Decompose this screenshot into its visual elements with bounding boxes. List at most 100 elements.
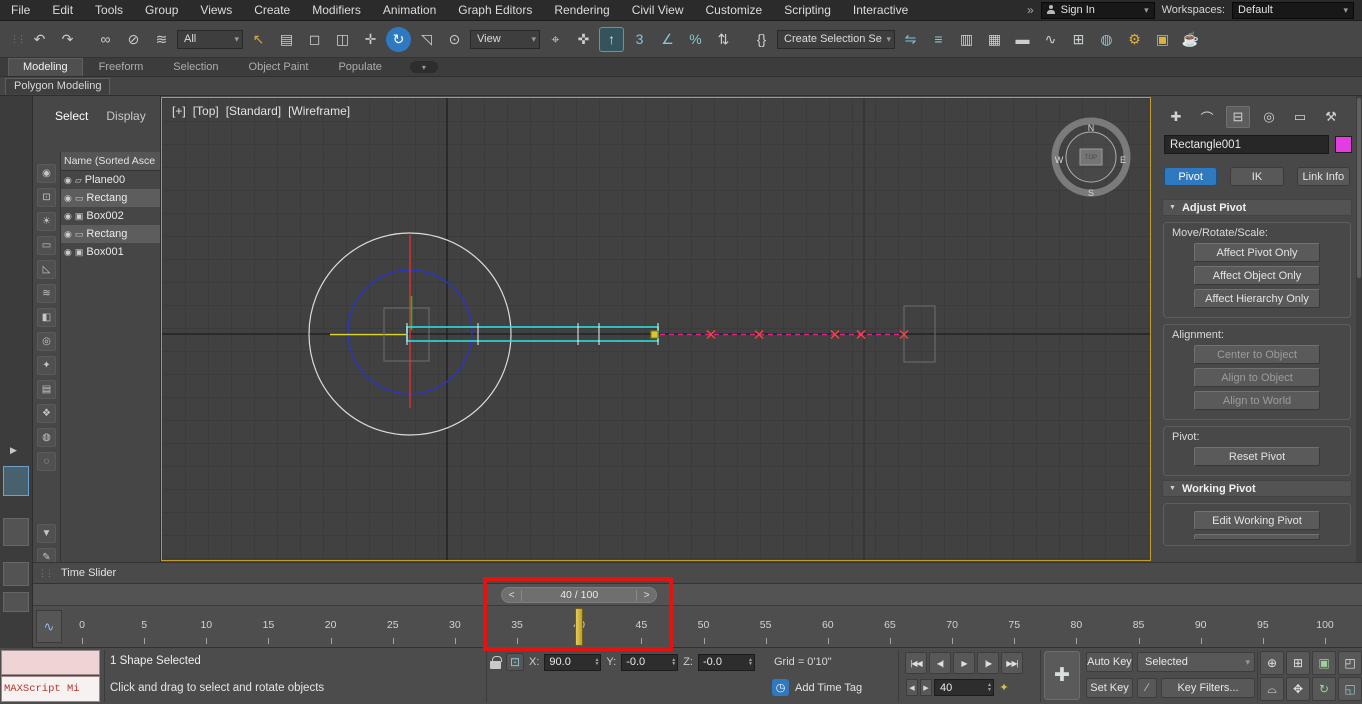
menu-item-scripting[interactable]: Scripting — [773, 0, 842, 20]
percent-snap-icon[interactable]: % — [683, 27, 708, 52]
working-pivot-rollout-header[interactable]: ▼ Working Pivot — [1162, 480, 1352, 497]
toolbar-grip[interactable]: ⋮⋮ — [10, 34, 24, 45]
scene-object-row-box002[interactable]: ◉▣Box002 — [61, 207, 160, 225]
next-key-button[interactable]: ▶ — [920, 679, 932, 696]
select-and-scale-icon[interactable]: ◹ — [414, 27, 439, 52]
polygon-modeling-panel[interactable]: Polygon Modeling — [5, 78, 110, 95]
align-icon[interactable]: ≡ — [926, 27, 951, 52]
set-keys-button[interactable]: ✚ — [1044, 651, 1080, 700]
window-crossing-icon[interactable]: ◫ — [330, 27, 355, 52]
zoom-region-icon[interactable]: ◰ — [1338, 651, 1362, 675]
collapsed-panel-tab[interactable] — [3, 562, 29, 586]
scene-object-row-rectang[interactable]: ◉▭Rectang — [61, 225, 160, 243]
expand-panel-arrow-icon[interactable]: ▶ — [10, 445, 17, 456]
list-view-icon[interactable]: ▤ — [37, 380, 56, 399]
scrollbar-thumb[interactable] — [1357, 98, 1361, 278]
sort-column-header[interactable]: Name (Sorted Asce — [61, 152, 160, 171]
menu-item-modifiers[interactable]: Modifiers — [301, 0, 372, 20]
rendered-frame-icon[interactable]: ▣ — [1150, 27, 1175, 52]
spinner-icon[interactable]: ▲▼ — [594, 658, 599, 667]
visibility-eye-icon[interactable]: ◉ — [64, 175, 72, 186]
absolute-mode-icon[interactable]: ⊡ — [506, 653, 524, 671]
named-selection-set-dropdown[interactable]: Create Selection Se▾ — [777, 30, 895, 49]
helper-icon[interactable]: ◎ — [37, 332, 56, 351]
visibility-eye-icon[interactable]: ◉ — [64, 229, 72, 240]
hierarchy-view-icon[interactable]: ⊡ — [37, 188, 56, 207]
button-align-to-world[interactable]: Align to World — [1194, 391, 1320, 410]
snaps-toggle-icon[interactable]: 3 — [627, 27, 652, 52]
viewport-menu-shading[interactable]: [Wireframe] — [288, 104, 350, 118]
visibility-eye-icon[interactable]: ◉ — [64, 211, 72, 222]
zoom-all-icon[interactable]: ⊞ — [1286, 651, 1310, 675]
select-and-rotate-icon[interactable]: ↻ — [386, 27, 411, 52]
toolbar-overflow-chevron[interactable]: » — [1027, 3, 1034, 17]
key-mode-icon[interactable]: ✦ — [996, 679, 1012, 696]
motion-tab-icon[interactable]: ◎ — [1257, 106, 1281, 128]
viewport-menu-standard[interactable]: [Standard] — [226, 104, 281, 118]
ribbon-tab-freeform[interactable]: Freeform — [85, 59, 158, 76]
maximize-viewport-icon[interactable]: ◱ — [1338, 677, 1362, 701]
key-filters-button[interactable]: Key Filters... — [1161, 678, 1255, 698]
tab-display[interactable]: Display — [106, 109, 145, 123]
visibility-eye-icon[interactable]: ◉ — [64, 193, 72, 204]
viewport-menu-view[interactable]: [Top] — [193, 104, 219, 118]
display-icon[interactable]: ▭ — [37, 236, 56, 255]
orbit-icon[interactable]: ↻ — [1312, 677, 1336, 701]
scene-object-row-box001[interactable]: ◉▣Box001 — [61, 243, 160, 261]
play-button[interactable]: ▶ — [953, 652, 975, 674]
scene-object-row-rectang[interactable]: ◉▭Rectang — [61, 189, 160, 207]
pick-icon[interactable]: ◉ — [37, 164, 56, 183]
viewport-top[interactable]: [+][Top][Standard][Wireframe] — [161, 97, 1151, 561]
selection-lock-icon[interactable] — [490, 661, 501, 669]
material-editor-icon[interactable]: ◍ — [1094, 27, 1119, 52]
menu-item-customize[interactable]: Customize — [695, 0, 774, 20]
object-name-field[interactable]: Rectangle001 — [1164, 135, 1329, 154]
ghost-icon[interactable]: ◌ — [37, 452, 56, 471]
pan-icon[interactable]: ✥ — [1286, 677, 1310, 701]
subtab-ik[interactable]: IK — [1230, 167, 1283, 186]
button-affect-pivot-only[interactable]: Affect Pivot Only — [1194, 243, 1320, 262]
curve-editor-icon[interactable]: ∿ — [1038, 27, 1063, 52]
hierarchy-tab-icon[interactable]: ⊟ — [1226, 106, 1250, 128]
menu-item-rendering[interactable]: Rendering — [543, 0, 620, 20]
button-reset-pivot[interactable]: Reset Pivot — [1194, 447, 1320, 466]
angle-snap-icon[interactable]: ∠ — [655, 27, 680, 52]
menu-item-civil-view[interactable]: Civil View — [621, 0, 695, 20]
zoom-icon[interactable]: ⊕ — [1260, 651, 1284, 675]
default-tangent-icon[interactable]: ∕ — [1137, 678, 1157, 698]
utilities-tab-icon[interactable]: ⚒ — [1319, 106, 1343, 128]
selection-filter-dropdown[interactable]: All▾ — [177, 30, 243, 49]
select-and-link-icon[interactable]: ∞ — [93, 27, 118, 52]
spinner-icon[interactable]: ▲▼ — [987, 683, 992, 692]
go-to-start-button[interactable]: |◀◀ — [905, 652, 927, 674]
macro-recorder-field[interactable] — [1, 650, 100, 675]
button-affect-object-only[interactable]: Affect Object Only — [1194, 266, 1320, 285]
viewport-layout-tab-active[interactable] — [3, 466, 29, 496]
selection-region-icon[interactable]: ◻ — [302, 27, 327, 52]
schematic-view-icon[interactable]: ⊞ — [1066, 27, 1091, 52]
select-and-manipulate-icon[interactable]: ✜ — [571, 27, 596, 52]
menu-item-animation[interactable]: Animation — [372, 0, 447, 20]
track-bar[interactable]: ∿ 05101520253035404550556065707580859095… — [33, 606, 1362, 648]
menu-item-graph-editors[interactable]: Graph Editors — [447, 0, 543, 20]
ribbon-tab-object-paint[interactable]: Object Paint — [235, 59, 323, 76]
set-key-button[interactable]: Set Key — [1086, 678, 1133, 698]
button-affect-hierarchy-only[interactable]: Affect Hierarchy Only — [1194, 289, 1320, 308]
time-slider-track[interactable]: < 40 / 100 > — [33, 584, 1362, 606]
menu-item-edit[interactable]: Edit — [41, 0, 84, 20]
next-frame-button[interactable]: |▶ — [977, 652, 999, 674]
redo-icon[interactable]: ↷ — [55, 27, 80, 52]
ribbon-tab-modeling[interactable]: Modeling — [8, 58, 83, 76]
subtab-pivot[interactable]: Pivot — [1164, 167, 1217, 186]
button-center-to-object[interactable]: Center to Object — [1194, 345, 1320, 364]
button-align-to-object[interactable]: Align to Object — [1194, 368, 1320, 387]
light-icon[interactable]: ☀ — [37, 212, 56, 231]
select-object-icon[interactable]: ↖ — [246, 27, 271, 52]
viewport-layout-tab[interactable] — [3, 518, 29, 546]
sign-in-dropdown[interactable]: Sign In ▾ — [1041, 2, 1155, 19]
adjust-pivot-rollout-header[interactable]: ▼ Adjust Pivot — [1162, 199, 1352, 216]
reference-coordinate-dropdown[interactable]: View▾ — [470, 30, 540, 49]
current-frame-field[interactable]: 40 ▲▼ — [934, 679, 994, 696]
x-coordinate-field[interactable]: 90.0 ▲▼ — [544, 654, 601, 671]
toggle-ribbon-icon[interactable]: ▬ — [1010, 27, 1035, 52]
